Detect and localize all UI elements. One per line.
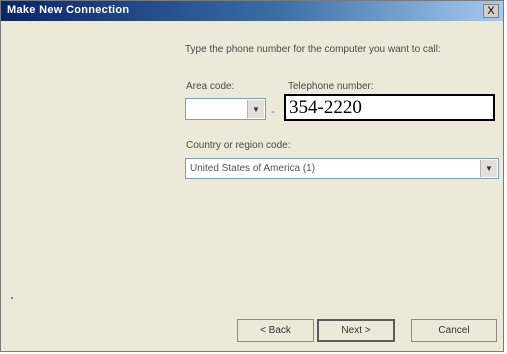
close-button[interactable]: X [483, 4, 499, 18]
separator-dash: - [271, 104, 275, 118]
cancel-button-label: Cancel [438, 325, 470, 336]
divider-dot [11, 297, 13, 299]
back-button[interactable]: < Back [237, 319, 314, 342]
country-code-value: United States of America (1) [190, 163, 316, 174]
title-bar[interactable]: Make New Connection X [1, 1, 503, 21]
country-code-combobox[interactable]: United States of America (1) ▼ [185, 158, 499, 179]
country-code-dropdown-button[interactable]: ▼ [480, 160, 497, 177]
dialog-window: Make New Connection X Type the phone num… [0, 0, 504, 352]
next-button-label: Next > [341, 325, 371, 336]
area-code-label: Area code: [186, 81, 235, 92]
close-icon: X [487, 5, 495, 17]
cancel-button[interactable]: Cancel [411, 319, 497, 342]
chevron-down-icon: ▼ [252, 104, 260, 114]
window-title: Make New Connection [7, 4, 130, 16]
back-button-label: < Back [260, 325, 291, 336]
instruction-text: Type the phone number for the computer y… [185, 44, 441, 55]
area-code-dropdown-button[interactable]: ▼ [247, 100, 264, 118]
chevron-down-icon: ▼ [485, 164, 493, 173]
next-button[interactable]: Next > [317, 319, 395, 342]
area-code-combobox[interactable]: ▼ [185, 98, 266, 120]
phone-number-label: Telephone number: [288, 81, 374, 92]
phone-number-input[interactable] [284, 94, 495, 121]
country-code-label: Country or region code: [186, 140, 291, 151]
